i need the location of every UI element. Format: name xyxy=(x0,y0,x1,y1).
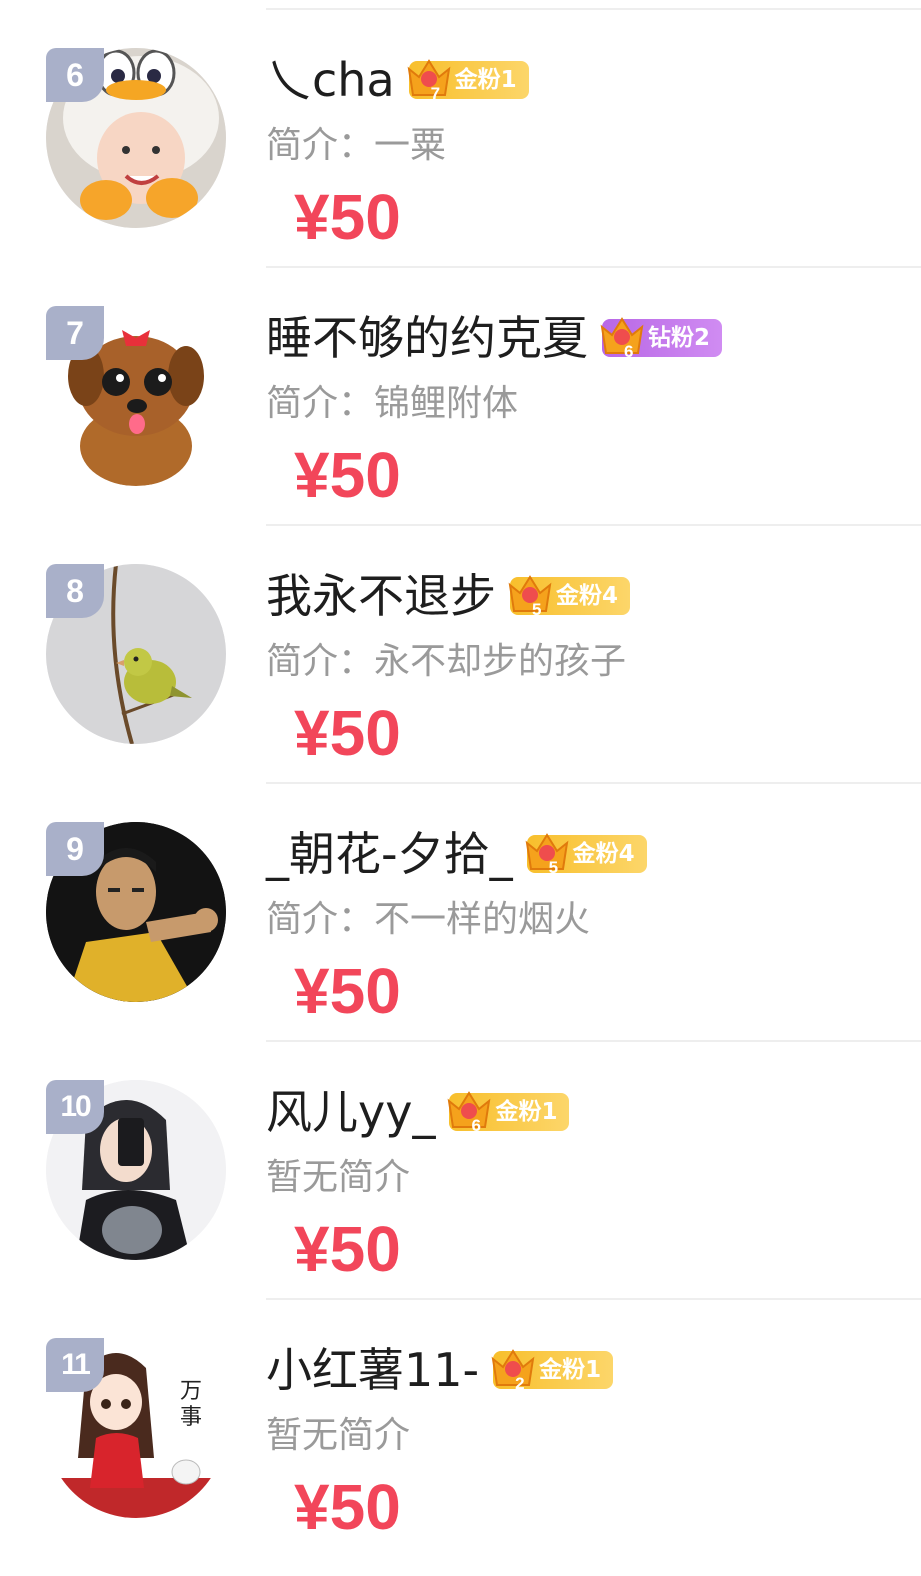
supporter-list: 6 乀cha 7 金粉1 简介：一粟 ¥50 7 睡不够的约克夏 6 钻粉2 简… xyxy=(0,10,921,1556)
name-line: 乀cha 7 金粉1 xyxy=(266,50,529,110)
price-amount: ¥50 xyxy=(294,1471,401,1543)
price-amount: ¥50 xyxy=(294,181,401,253)
fan-badge-label: 金粉1 xyxy=(539,1357,602,1383)
crown-icon: 2 xyxy=(489,1345,537,1393)
user-name[interactable]: _朝花-夕拾_ xyxy=(266,824,513,884)
fan-badge-label: 金粉4 xyxy=(556,583,619,609)
list-item[interactable]: 10 风儿yy_ 6 金粉1 暂无简介 ¥50 xyxy=(46,1042,921,1300)
fan-badge-label: 金粉4 xyxy=(572,841,635,867)
name-line: 小红薯11- 2 金粉1 xyxy=(266,1340,614,1400)
user-name[interactable]: 睡不够的约克夏 xyxy=(266,308,588,368)
fan-level-badge: 5 金粉4 xyxy=(508,575,631,619)
name-line: 风儿yy_ 6 金粉1 xyxy=(266,1082,570,1142)
intro-text: 简介：锦鲤附体 xyxy=(266,383,519,424)
rank-badge: 8 xyxy=(46,564,104,618)
crown-icon: 6 xyxy=(445,1087,493,1135)
user-name[interactable]: 小红薯11- xyxy=(266,1340,479,1400)
list-item[interactable]: 9 _朝花-夕拾_ 5 金粉4 简介：不一样的烟火 ¥50 xyxy=(46,784,921,1042)
intro-text: 简介：不一样的烟火 xyxy=(266,899,591,940)
name-line: _朝花-夕拾_ 5 金粉4 xyxy=(266,824,647,884)
price-amount: ¥50 xyxy=(294,955,401,1027)
list-item[interactable]: 7 睡不够的约克夏 6 钻粉2 简介：锦鲤附体 ¥50 xyxy=(46,268,921,526)
crown-icon: 5 xyxy=(506,571,554,619)
svg-text:万: 万 xyxy=(180,1379,202,1404)
crown-icon: 6 xyxy=(598,313,646,361)
fan-level-badge: 6 金粉1 xyxy=(448,1091,570,1135)
fan-level-badge: 7 金粉1 xyxy=(407,59,529,103)
intro-text: 暂无简介 xyxy=(266,1415,411,1456)
intro-text: 简介：永不却步的孩子 xyxy=(266,641,627,682)
fan-level-badge: 2 金粉1 xyxy=(491,1349,614,1393)
price-amount: ¥50 xyxy=(294,1213,401,1285)
fan-badge-label: 钻粉2 xyxy=(648,325,711,351)
rank-badge: 6 xyxy=(46,48,104,102)
crown-icon: 7 xyxy=(405,55,453,103)
intro-text: 简介：一粟 xyxy=(266,125,447,166)
crown-icon: 5 xyxy=(523,829,571,877)
rank-badge: 11 xyxy=(46,1338,104,1392)
user-name[interactable]: 乀cha xyxy=(266,50,395,110)
svg-text:事: 事 xyxy=(180,1405,202,1430)
name-line: 睡不够的约克夏 6 钻粉2 xyxy=(266,308,723,368)
list-item[interactable]: 11 万 事 小红薯11- 2 金粉1 暂无简介 ¥50 xyxy=(46,1300,921,1556)
user-name[interactable]: 我永不退步 xyxy=(266,566,496,626)
list-item[interactable]: 8 我永不退步 5 金粉4 简介：永不却步的孩子 ¥50 xyxy=(46,526,921,784)
fan-level-badge: 5 金粉4 xyxy=(525,833,647,877)
fan-badge-label: 金粉1 xyxy=(454,67,517,93)
name-line: 我永不退步 5 金粉4 xyxy=(266,566,631,626)
intro-text: 暂无简介 xyxy=(266,1157,411,1198)
price-amount: ¥50 xyxy=(294,439,401,511)
rank-badge: 7 xyxy=(46,306,104,360)
fan-level-badge: 6 钻粉2 xyxy=(600,317,723,361)
price-amount: ¥50 xyxy=(294,697,401,769)
rank-badge: 10 xyxy=(46,1080,104,1134)
rank-badge: 9 xyxy=(46,822,104,876)
list-item[interactable]: 6 乀cha 7 金粉1 简介：一粟 ¥50 xyxy=(46,10,921,268)
user-name[interactable]: 风儿yy_ xyxy=(266,1082,435,1142)
fan-badge-label: 金粉1 xyxy=(495,1099,558,1125)
